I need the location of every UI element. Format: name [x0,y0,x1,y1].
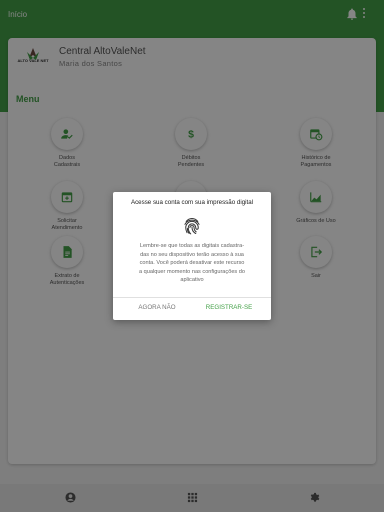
dialog-title: Acesse sua conta com sua impressão digit… [130,199,254,206]
not-now-button[interactable]: AGORA NÃO [123,300,191,316]
register-button[interactable]: REGISTRAR-SE [195,300,263,316]
fingerprint-icon [184,217,200,235]
dialog-message: Lembre-se que todas as digitais cadastra… [138,243,246,284]
fingerprint-dialog: Acesse sua conta com sua impressão digit… [113,192,271,320]
dialog-divider [113,297,271,298]
